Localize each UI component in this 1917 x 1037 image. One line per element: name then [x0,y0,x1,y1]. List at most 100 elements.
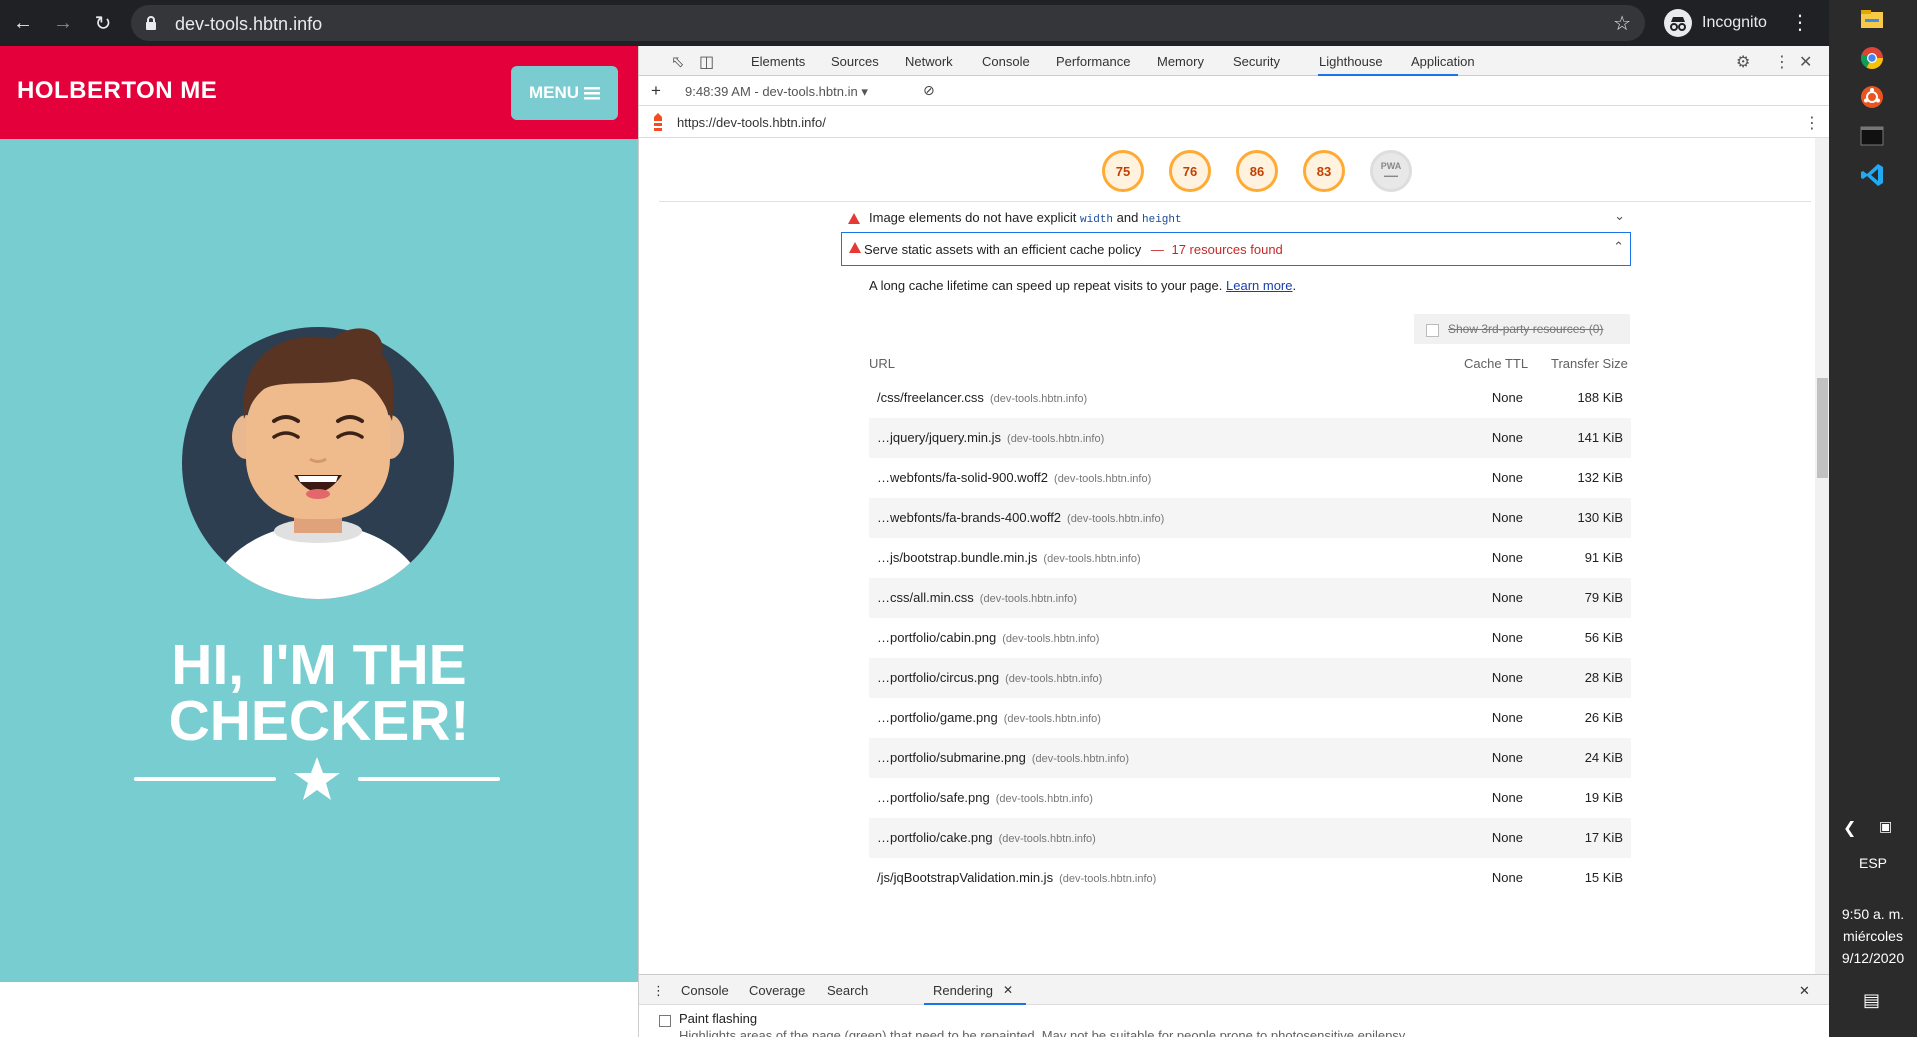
report-url-bar: https://dev-tools.hbtn.info/ ⋮ [639,106,1830,138]
tab-elements[interactable]: Elements [751,54,805,69]
table-row[interactable]: …portfolio/game.png (dev-tools.hbtn.info)… [869,698,1631,738]
menu-button[interactable]: MENU [511,66,618,120]
tab-console[interactable]: Console [982,54,1030,69]
report-url[interactable]: https://dev-tools.hbtn.info/ [677,115,826,130]
drawer-tab-rendering[interactable]: Rendering [933,983,993,998]
table-row[interactable]: /js/jqBootstrapValidation.min.js (dev-too… [869,858,1631,898]
row-cache-ttl: None [1491,390,1523,405]
table-row[interactable]: …css/all.min.css (dev-tools.hbtn.info) Non… [869,578,1631,618]
vscode-icon[interactable] [1859,162,1885,188]
devtools-drawer: ⋮ Console Coverage Search Rendering ✕ ✕ … [639,974,1830,1037]
tab-memory[interactable]: Memory [1157,54,1204,69]
drawer-tab-console[interactable]: Console [681,983,729,998]
url-text: dev-tools.hbtn.info [175,14,323,34]
tab-application[interactable]: Application [1411,54,1475,69]
score-gauge-accessibility[interactable]: 76 [1169,150,1211,192]
row-url-host: (dev-tools.hbtn.info) [1054,473,1152,485]
third-party-filter[interactable]: Show 3rd-party resources (0) [1414,314,1630,344]
row-url[interactable]: …portfolio/circus.png (dev-tools.hbtn.inf… [877,670,1102,685]
close-drawer-icon[interactable]: ✕ [1799,983,1810,999]
drawer-more-icon[interactable]: ⋮ [652,983,665,999]
row-url[interactable]: …portfolio/cake.png (dev-tools.hbtn.info) [877,830,1096,845]
drawer-tab-search[interactable]: Search [827,983,868,998]
ubuntu-icon[interactable] [1859,84,1885,110]
row-url[interactable]: …webfonts/fa-solid-900.woff2 (dev-tools.h… [877,470,1151,485]
file-explorer-icon[interactable] [1859,6,1885,32]
address-bar[interactable]: dev-tools.hbtn.info ☆ [131,5,1645,41]
site-brand[interactable]: HOLBERTON ME [17,77,217,105]
reload-icon[interactable]: ↻ [88,8,118,38]
audit-and: and [1116,210,1139,225]
close-rendering-tab-icon[interactable]: ✕ [1003,983,1013,997]
browser-menu-icon[interactable]: ⋮ [1790,10,1810,35]
tab-sources[interactable]: Sources [831,54,879,69]
row-url[interactable]: …js/bootstrap.bundle.min.js (dev-tools.hb… [877,550,1141,565]
row-url[interactable]: …portfolio/game.png (dev-tools.hbtn.info) [877,710,1101,725]
row-url[interactable]: …portfolio/safe.png (dev-tools.hbtn.info) [877,790,1093,805]
column-header-url: URL [869,356,896,371]
tab-lighthouse[interactable]: Lighthouse [1319,54,1383,69]
taskbar-display-icon[interactable]: ▣ [1879,818,1892,835]
row-url[interactable]: /js/jqBootstrapValidation.min.js (dev-too… [877,870,1156,885]
terminal-icon[interactable] [1859,123,1885,149]
table-row[interactable]: …js/bootstrap.bundle.min.js (dev-tools.hb… [869,538,1631,578]
bookmark-star-icon[interactable]: ☆ [1613,11,1631,36]
row-url[interactable]: …jquery/jquery.min.js (dev-tools.hbtn.inf… [877,430,1104,445]
score-gauge-pwa[interactable]: PWA — [1370,150,1412,192]
tab-security[interactable]: Security [1233,54,1280,69]
row-url[interactable]: …css/all.min.css (dev-tools.hbtn.info) [877,590,1077,605]
chrome-icon[interactable] [1859,45,1885,71]
taskbar-clock[interactable]: 9:50 a. m. miércoles 9/12/2020 [1829,903,1917,969]
row-url-host: (dev-tools.hbtn.info) [995,793,1093,805]
table-row[interactable]: …webfonts/fa-brands-400.woff2 (dev-tools.… [869,498,1631,538]
table-row[interactable]: …portfolio/cabin.png (dev-tools.hbtn.info… [869,618,1631,658]
inspect-element-icon[interactable]: ⬁ [671,52,684,72]
settings-gear-icon[interactable]: ⚙ [1736,52,1750,72]
learn-more-link[interactable]: Learn more [1226,278,1292,293]
table-row[interactable]: /css/freelancer.css (dev-tools.hbtn.info)… [869,378,1631,418]
score-gauge-seo[interactable]: 83 [1303,150,1345,192]
clear-reports-icon[interactable]: ⊘ [923,82,935,99]
input-language[interactable]: ESP [1829,855,1917,871]
drawer-tab-coverage[interactable]: Coverage [749,983,805,998]
score-gauge-performance[interactable]: 75 [1102,150,1144,192]
device-toolbar-icon[interactable]: ◫ [699,52,714,72]
row-url[interactable]: …portfolio/submarine.png (dev-tools.hbtn.… [877,750,1129,765]
report-scrollbar-thumb[interactable] [1817,378,1828,478]
table-row[interactable]: …webfonts/fa-solid-900.woff2 (dev-tools.h… [869,458,1631,498]
row-transfer-size: 130 KiB [1577,510,1623,525]
table-row[interactable]: …jquery/jquery.min.js (dev-tools.hbtn.inf… [869,418,1631,458]
star-divider [134,754,500,804]
row-url-path: …portfolio/circus.png [877,670,1000,685]
web-page: HOLBERTON ME MENU HI, I'M THE CHECKER! [0,46,638,1037]
devtools-tabbar: ⬁ ◫ Elements Sources Network Console Per… [639,46,1830,76]
table-row[interactable]: …portfolio/submarine.png (dev-tools.hbtn.… [869,738,1631,778]
row-url[interactable]: …portfolio/cabin.png (dev-tools.hbtn.info… [877,630,1099,645]
row-url[interactable]: …webfonts/fa-brands-400.woff2 (dev-tools.… [877,510,1164,525]
tab-network[interactable]: Network [905,54,953,69]
table-row[interactable]: …portfolio/circus.png (dev-tools.hbtn.inf… [869,658,1631,698]
audit-cache-policy[interactable]: Serve static assets with an efficient ca… [841,232,1631,266]
report-scrollbar[interactable] [1815,138,1830,974]
taskbar-chevron-icon[interactable]: ❮ [1843,818,1856,838]
notifications-icon[interactable]: ▤ [1863,990,1880,1011]
row-url-host: (dev-tools.hbtn.info) [1003,713,1101,725]
devtools-more-icon[interactable]: ⋮ [1774,52,1790,72]
table-row[interactable]: …portfolio/safe.png (dev-tools.hbtn.info)… [869,778,1631,818]
report-menu-icon[interactable]: ⋮ [1804,113,1820,133]
forward-icon[interactable]: → [48,8,78,38]
table-row[interactable]: …portfolio/cake.png (dev-tools.hbtn.info)… [869,818,1631,858]
audit-cache-sep: — [1150,242,1164,257]
score-gauge-best-practices[interactable]: 86 [1236,150,1278,192]
audit-unsized-images[interactable]: Image elements do not have explicit widt… [841,204,1631,230]
report-selector[interactable]: 9:48:39 AM - dev-tools.hbtn.in ▾ [685,84,868,100]
new-report-plus-icon[interactable]: + [651,81,661,101]
row-url[interactable]: /css/freelancer.css (dev-tools.hbtn.info) [877,390,1087,405]
back-icon[interactable]: ← [8,8,38,38]
paint-flashing-checkbox[interactable] [659,1015,671,1027]
row-cache-ttl: None [1491,430,1523,445]
close-devtools-icon[interactable]: ✕ [1799,52,1812,72]
incognito-indicator[interactable]: Incognito [1664,6,1767,40]
third-party-checkbox[interactable] [1426,324,1439,337]
tab-performance[interactable]: Performance [1056,54,1130,69]
